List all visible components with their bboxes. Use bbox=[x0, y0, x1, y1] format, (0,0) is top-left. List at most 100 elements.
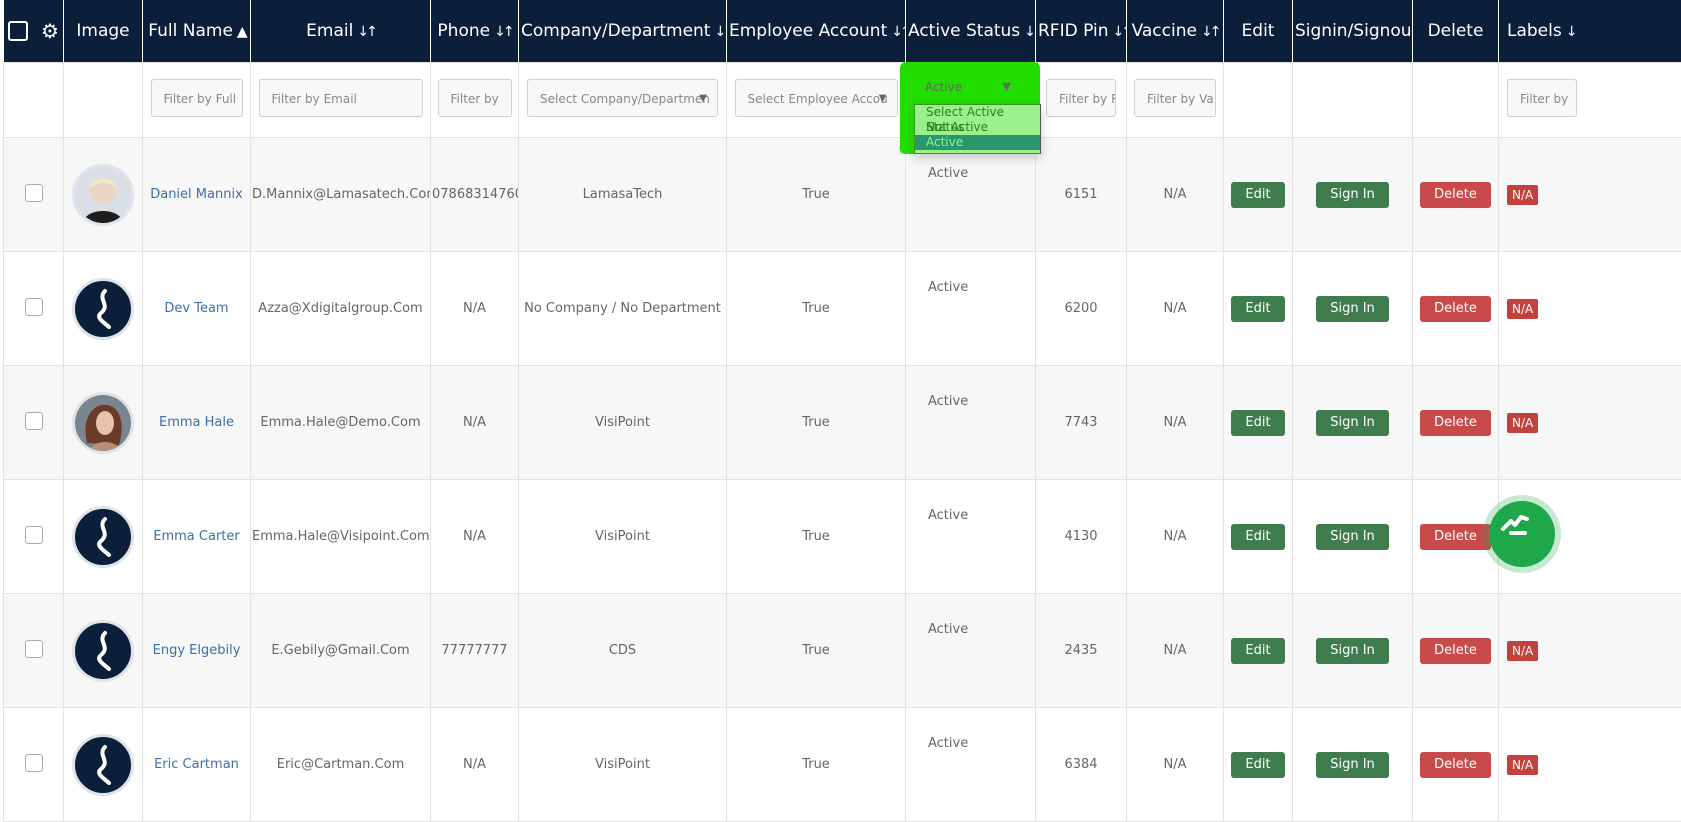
delete-button[interactable]: Delete bbox=[1420, 182, 1491, 208]
employee-email: Azza@Xdigitalgroup.Com bbox=[258, 301, 422, 316]
employee-account: True bbox=[802, 757, 830, 772]
edit-button[interactable]: Edit bbox=[1231, 410, 1284, 436]
sort-icon: ↓↑ bbox=[1024, 24, 1035, 40]
sign-in-button[interactable]: Sign In bbox=[1316, 410, 1389, 436]
sign-in-button[interactable]: Sign In bbox=[1316, 752, 1389, 778]
sort-icon: ↓↑ bbox=[1112, 24, 1126, 40]
delete-button[interactable]: Delete bbox=[1420, 296, 1491, 322]
option-active[interactable]: Active bbox=[915, 135, 1040, 150]
filter-company-select[interactable]: Select Company/Departmen▼ bbox=[527, 79, 718, 117]
table-row: Eric Cartman Eric@Cartman.Com N/A VisiPo… bbox=[4, 708, 1681, 822]
employee-email: D.Mannix@Lamasatech.Com bbox=[252, 187, 431, 202]
label-badge: N/A bbox=[1507, 641, 1538, 661]
avatar bbox=[72, 620, 134, 682]
delete-button[interactable]: Delete bbox=[1420, 638, 1491, 664]
employee-phone: N/A bbox=[463, 301, 486, 316]
filter-employee-account-select[interactable]: Select Employee Accou▼ bbox=[735, 79, 898, 117]
label-badge: N/A bbox=[1507, 185, 1538, 205]
sort-up-icon: ▲ bbox=[237, 24, 245, 40]
company-logo-icon bbox=[75, 509, 131, 565]
employee-name-link[interactable]: Dev Team bbox=[164, 301, 228, 316]
header-labels[interactable]: Labels↓ bbox=[1499, 0, 1681, 63]
sign-in-button[interactable]: Sign In bbox=[1316, 524, 1389, 550]
header-phone[interactable]: Phone↓↑ bbox=[431, 0, 519, 63]
header-delete: Delete bbox=[1413, 0, 1499, 63]
employee-name-link[interactable]: Emma Hale bbox=[159, 415, 234, 430]
employee-account: True bbox=[802, 301, 830, 316]
sign-in-button[interactable]: Sign In bbox=[1316, 638, 1389, 664]
row-checkbox[interactable] bbox=[25, 412, 43, 430]
option-not-active[interactable]: Not Active bbox=[915, 120, 1040, 135]
employee-company: VisiPoint bbox=[595, 529, 650, 544]
employee-company: LamasaTech bbox=[583, 187, 663, 202]
filter-full-name-input[interactable]: Filter by Full bbox=[151, 79, 243, 117]
employee-rfid: 6151 bbox=[1064, 187, 1097, 202]
filter-phone-input[interactable]: Filter by bbox=[438, 79, 512, 117]
employee-rfid: 2435 bbox=[1064, 643, 1097, 658]
employee-vaccine: N/A bbox=[1164, 187, 1187, 202]
filter-rfid-input[interactable]: Filter by R bbox=[1046, 79, 1116, 117]
employee-vaccine: N/A bbox=[1164, 415, 1187, 430]
filter-labels-input[interactable]: Filter by bbox=[1507, 79, 1577, 117]
header-image: Image bbox=[64, 0, 143, 63]
edit-button[interactable]: Edit bbox=[1231, 638, 1284, 664]
employee-name-link[interactable]: Emma Carter bbox=[153, 529, 239, 544]
header-full-name[interactable]: Full Name▲ bbox=[143, 0, 251, 63]
sort-icon: ↓ bbox=[1566, 24, 1575, 40]
label-badge: N/A bbox=[1507, 413, 1538, 433]
employee-status: Active bbox=[928, 166, 968, 181]
filter-active-status-select[interactable]: Active▼ bbox=[913, 70, 1031, 104]
employee-email: Emma.Hale@Demo.Com bbox=[260, 415, 420, 430]
delete-button[interactable]: Delete bbox=[1420, 410, 1491, 436]
header-employee-account[interactable]: Employee Account↓↑ bbox=[727, 0, 906, 63]
chevron-down-icon: ▼ bbox=[879, 80, 887, 117]
sign-in-button[interactable]: Sign In bbox=[1316, 182, 1389, 208]
edit-button[interactable]: Edit bbox=[1231, 296, 1284, 322]
header-rfid-pin[interactable]: RFID Pin↓↑ bbox=[1036, 0, 1127, 63]
header-active-status[interactable]: Active Status↓↑ bbox=[906, 0, 1036, 63]
row-checkbox[interactable] bbox=[25, 640, 43, 658]
sort-icon: ↓↑ bbox=[494, 24, 511, 40]
row-checkbox[interactable] bbox=[25, 754, 43, 772]
employee-account: True bbox=[802, 415, 830, 430]
table-row: Dev Team Azza@Xdigitalgroup.Com N/A No C… bbox=[4, 252, 1681, 366]
header-email[interactable]: Email↓↑ bbox=[251, 0, 431, 63]
employee-name-link[interactable]: Engy Elgebily bbox=[153, 643, 241, 658]
option-select-active-status[interactable]: Select Active Status bbox=[915, 105, 1040, 120]
header-company[interactable]: Company/Department↓↑ bbox=[519, 0, 727, 63]
company-logo-icon bbox=[75, 281, 131, 337]
table-row: Emma Carter Emma.Hale@Visipoint.Com N/A … bbox=[4, 480, 1681, 594]
header-vaccine[interactable]: Vaccine↓↑ bbox=[1127, 0, 1224, 63]
select-all-checkbox[interactable] bbox=[8, 21, 28, 41]
employee-status: Active bbox=[928, 394, 968, 409]
employee-name-link[interactable]: Daniel Mannix bbox=[150, 187, 243, 202]
edit-button[interactable]: Edit bbox=[1231, 752, 1284, 778]
employee-phone: N/A bbox=[463, 415, 486, 430]
avatar bbox=[72, 506, 134, 568]
header-edit: Edit bbox=[1224, 0, 1293, 63]
delete-button[interactable]: Delete bbox=[1420, 752, 1491, 778]
employee-email: Eric@Cartman.Com bbox=[277, 757, 405, 772]
employee-email: Emma.Hale@Visipoint.Com bbox=[252, 529, 430, 544]
edit-button[interactable]: Edit bbox=[1231, 524, 1284, 550]
row-checkbox[interactable] bbox=[25, 298, 43, 316]
filter-vaccine-input[interactable]: Filter by Va bbox=[1134, 79, 1216, 117]
employee-status: Active bbox=[928, 508, 968, 523]
label-badge: N/A bbox=[1507, 755, 1538, 775]
select-all-header: ⚙ bbox=[4, 0, 64, 63]
edit-button[interactable]: Edit bbox=[1231, 182, 1284, 208]
gear-icon[interactable]: ⚙ bbox=[41, 19, 59, 43]
employee-company: No Company / No Department bbox=[524, 301, 721, 316]
chat-fab-button[interactable] bbox=[1489, 501, 1555, 567]
employee-status: Active bbox=[928, 280, 968, 295]
table-row: Daniel Mannix D.Mannix@Lamasatech.Com 07… bbox=[4, 138, 1681, 252]
employee-phone: 07868314760 bbox=[432, 187, 519, 202]
company-logo-icon bbox=[75, 623, 131, 679]
row-checkbox[interactable] bbox=[25, 526, 43, 544]
filter-email-input[interactable]: Filter by Email bbox=[259, 79, 423, 117]
sign-in-button[interactable]: Sign In bbox=[1316, 296, 1389, 322]
employee-name-link[interactable]: Eric Cartman bbox=[154, 757, 239, 772]
row-checkbox[interactable] bbox=[25, 184, 43, 202]
employee-rfid: 7743 bbox=[1064, 415, 1097, 430]
delete-button[interactable]: Delete bbox=[1420, 524, 1491, 550]
